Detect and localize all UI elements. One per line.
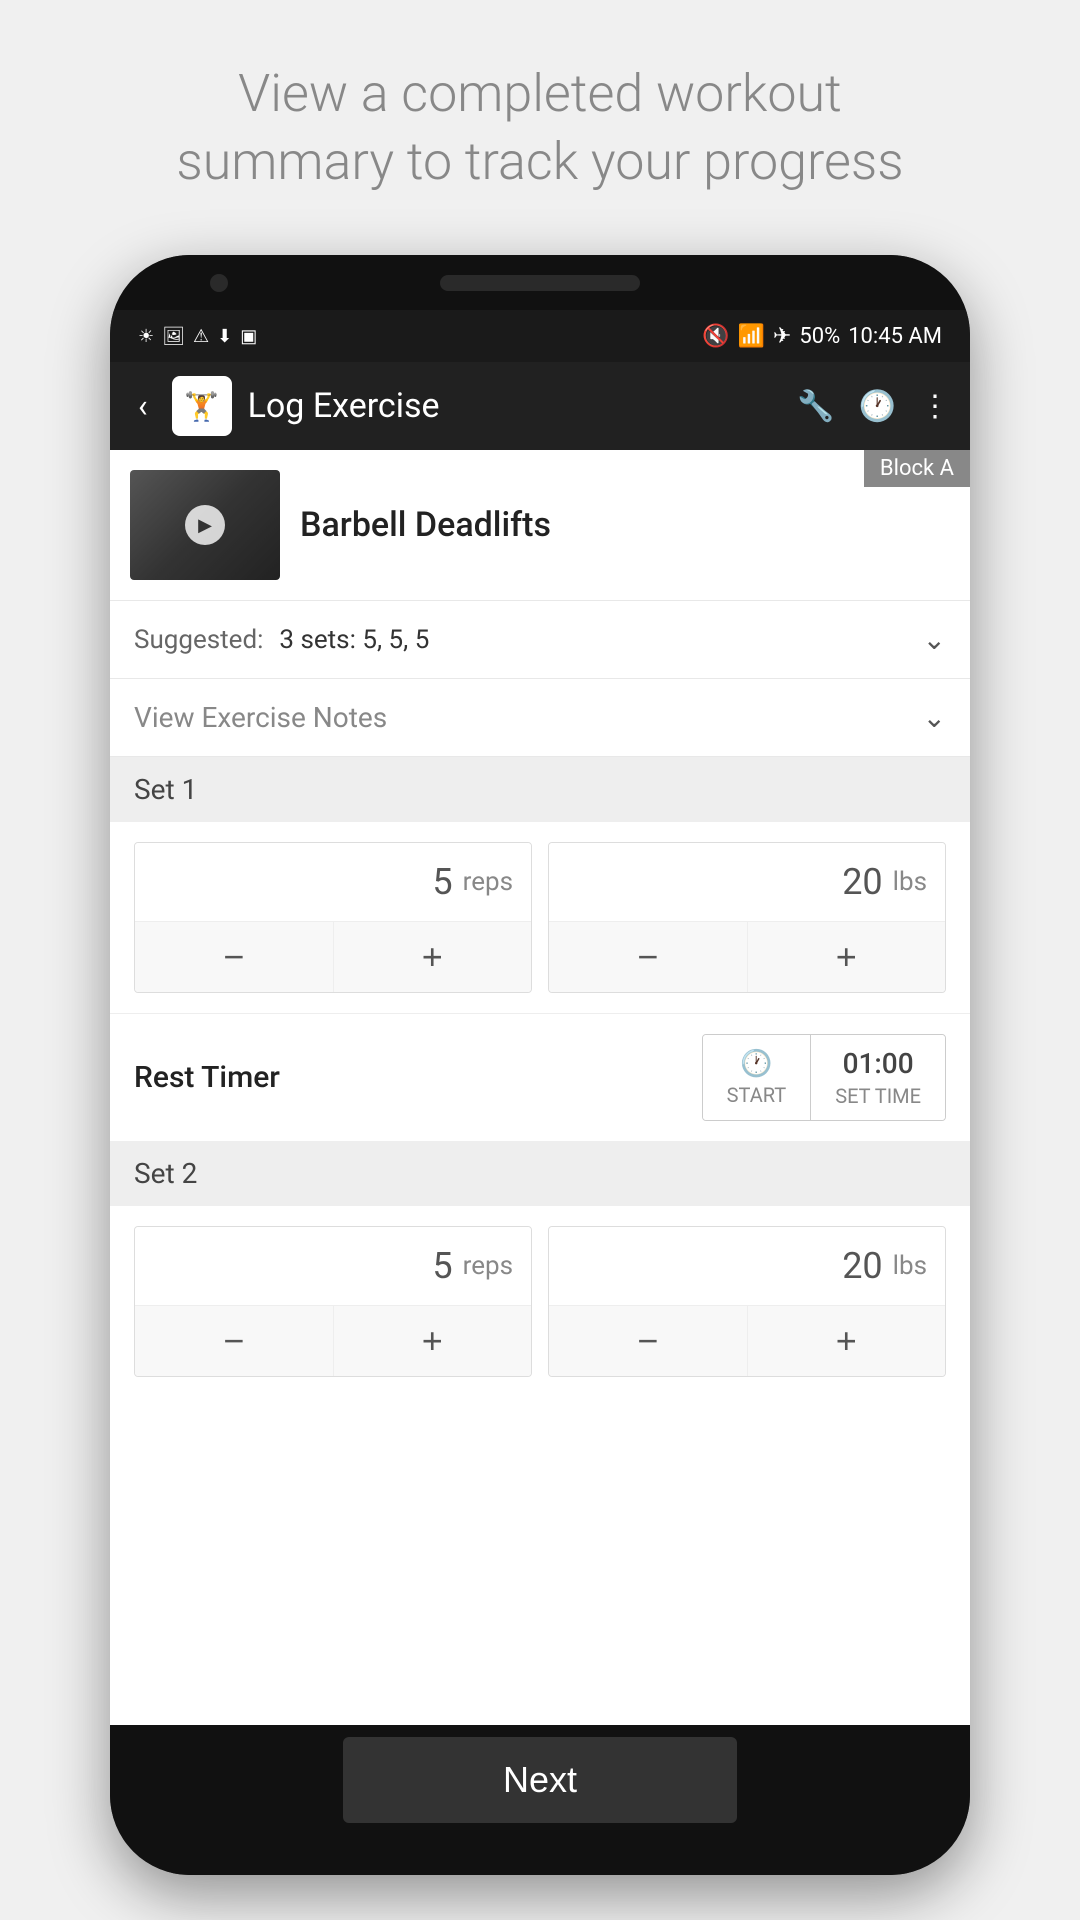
exercise-header: Block A ▶ Barbell Deadlifts bbox=[110, 450, 970, 601]
set1-header: Set 1 bbox=[110, 757, 970, 822]
tagline: View a completed workout summary to trac… bbox=[116, 60, 963, 195]
status-battery-text: 50% bbox=[799, 324, 840, 349]
status-icons-left: ☀ 🖼 ⚠ ⬇ ▣ bbox=[138, 326, 257, 347]
set1-inputs: 5 reps − + 20 lbs − + bbox=[110, 822, 970, 1013]
status-icon-warning: ⚠ bbox=[193, 326, 209, 347]
phone-frame: ☀ 🖼 ⚠ ⬇ ▣ 🔇 📶 ✈ 50% 10:45 AM ‹ 🏋 Log Exe… bbox=[110, 255, 970, 1875]
set1-weight-group: 20 lbs − + bbox=[548, 842, 946, 993]
main-content: Block A ▶ Barbell Deadlifts Suggested: 3… bbox=[110, 450, 970, 1725]
set1-reps-value: 5 bbox=[432, 861, 452, 903]
next-button[interactable]: Next bbox=[343, 1737, 737, 1823]
phone-top bbox=[110, 255, 970, 310]
set2-reps-display: 5 reps bbox=[135, 1227, 531, 1306]
front-camera bbox=[210, 274, 228, 292]
header-icons: 🔧 🕐 ⋮ bbox=[797, 389, 950, 424]
set2-reps-group: 5 reps − + bbox=[134, 1226, 532, 1377]
phone-speaker bbox=[440, 275, 640, 291]
set2-weight-display: 20 lbs bbox=[549, 1227, 945, 1306]
status-time: 10:45 AM bbox=[848, 324, 942, 349]
set2-reps-minus-button[interactable]: − bbox=[135, 1306, 334, 1376]
timer-start-text: START bbox=[727, 1083, 787, 1107]
play-button-icon[interactable]: ▶ bbox=[185, 505, 225, 545]
set2-weight-group: 20 lbs − + bbox=[548, 1226, 946, 1377]
notes-label: View Exercise Notes bbox=[134, 701, 387, 734]
set1-reps-unit: reps bbox=[463, 867, 513, 897]
suggested-label-text: Suggested: bbox=[134, 625, 263, 655]
set1-weight-display: 20 lbs bbox=[549, 843, 945, 922]
set1-reps-group: 5 reps − + bbox=[134, 842, 532, 993]
set2-weight-value: 20 bbox=[842, 1245, 882, 1287]
notes-chevron-icon: ⌄ bbox=[923, 701, 946, 734]
exercise-name: Barbell Deadlifts bbox=[300, 505, 551, 545]
set1-weight-minus-button[interactable]: − bbox=[549, 922, 748, 992]
timer-start-button[interactable]: 🕐 START bbox=[703, 1035, 812, 1120]
suggested-row[interactable]: Suggested: 3 sets: 5, 5, 5 ⌄ bbox=[110, 601, 970, 679]
set1-reps-minus-button[interactable]: − bbox=[135, 922, 334, 992]
set2-reps-value: 5 bbox=[432, 1245, 452, 1287]
status-icon-sun: ☀ bbox=[138, 326, 154, 347]
status-mute-icon: 🔇 bbox=[702, 324, 729, 349]
app-title: Log Exercise bbox=[248, 386, 782, 426]
back-button[interactable]: ‹ bbox=[130, 379, 156, 433]
set1-label: Set 1 bbox=[134, 773, 197, 806]
set2-reps-plus-button[interactable]: + bbox=[334, 1306, 532, 1376]
tagline-line2: summary to track your progress bbox=[176, 131, 903, 192]
timer-time-value: 01:00 bbox=[843, 1047, 914, 1080]
set2-reps-unit: reps bbox=[463, 1251, 513, 1281]
suggested-label: Suggested: 3 sets: 5, 5, 5 bbox=[134, 625, 429, 655]
history-icon[interactable]: 🕐 bbox=[859, 389, 896, 424]
set1-weight-value: 20 bbox=[842, 861, 882, 903]
set1-weight-unit: lbs bbox=[893, 867, 927, 897]
status-icon-download: ⬇ bbox=[217, 326, 232, 347]
set1-reps-display: 5 reps bbox=[135, 843, 531, 922]
bottom-bar: Next bbox=[110, 1725, 970, 1835]
set2-weight-unit: lbs bbox=[893, 1251, 927, 1281]
tagline-line1: View a completed workout bbox=[238, 63, 842, 124]
set2-weight-plus-button[interactable]: + bbox=[748, 1306, 946, 1376]
status-right: 🔇 📶 ✈ 50% 10:45 AM bbox=[702, 324, 942, 349]
suggested-value: 3 sets: 5, 5, 5 bbox=[279, 625, 429, 655]
set1-weight-controls: − + bbox=[549, 922, 945, 992]
phone-bottom bbox=[110, 1835, 970, 1875]
timer-set-text: SET TIME bbox=[835, 1084, 921, 1108]
timer-controls: 🕐 START 01:00 SET TIME bbox=[702, 1034, 946, 1121]
status-icon-image: 🖼 bbox=[162, 326, 185, 347]
app-header: ‹ 🏋 Log Exercise 🔧 🕐 ⋮ bbox=[110, 362, 970, 450]
status-bar: ☀ 🖼 ⚠ ⬇ ▣ 🔇 📶 ✈ 50% 10:45 AM bbox=[110, 310, 970, 362]
timer-clock-icon: 🕐 bbox=[740, 1049, 772, 1079]
block-badge: Block A bbox=[864, 450, 970, 487]
rest-timer-label: Rest Timer bbox=[134, 1060, 280, 1095]
app-logo: 🏋 bbox=[172, 376, 232, 436]
set2-weight-controls: − + bbox=[549, 1306, 945, 1376]
rest-timer-row: Rest Timer 🕐 START 01:00 SET TIME bbox=[110, 1013, 970, 1141]
more-options-icon[interactable]: ⋮ bbox=[920, 389, 950, 424]
exercise-thumbnail[interactable]: ▶ bbox=[130, 470, 280, 580]
set2-header: Set 2 bbox=[110, 1141, 970, 1206]
set1-reps-controls: − + bbox=[135, 922, 531, 992]
status-wifi-icon: 📶 bbox=[738, 324, 765, 349]
set2-weight-minus-button[interactable]: − bbox=[549, 1306, 748, 1376]
status-airplane-icon: ✈ bbox=[773, 324, 791, 349]
set1-reps-plus-button[interactable]: + bbox=[334, 922, 532, 992]
set2-label: Set 2 bbox=[134, 1157, 197, 1190]
timer-set-button[interactable]: 01:00 SET TIME bbox=[811, 1035, 945, 1120]
suggested-chevron-icon: ⌄ bbox=[923, 623, 946, 656]
set2-reps-controls: − + bbox=[135, 1306, 531, 1376]
set2-inputs: 5 reps − + 20 lbs − + bbox=[110, 1206, 970, 1397]
wrench-icon[interactable]: 🔧 bbox=[797, 389, 834, 424]
notes-row[interactable]: View Exercise Notes ⌄ bbox=[110, 679, 970, 757]
set1-weight-plus-button[interactable]: + bbox=[748, 922, 946, 992]
status-icon-nfc: ▣ bbox=[240, 326, 257, 347]
